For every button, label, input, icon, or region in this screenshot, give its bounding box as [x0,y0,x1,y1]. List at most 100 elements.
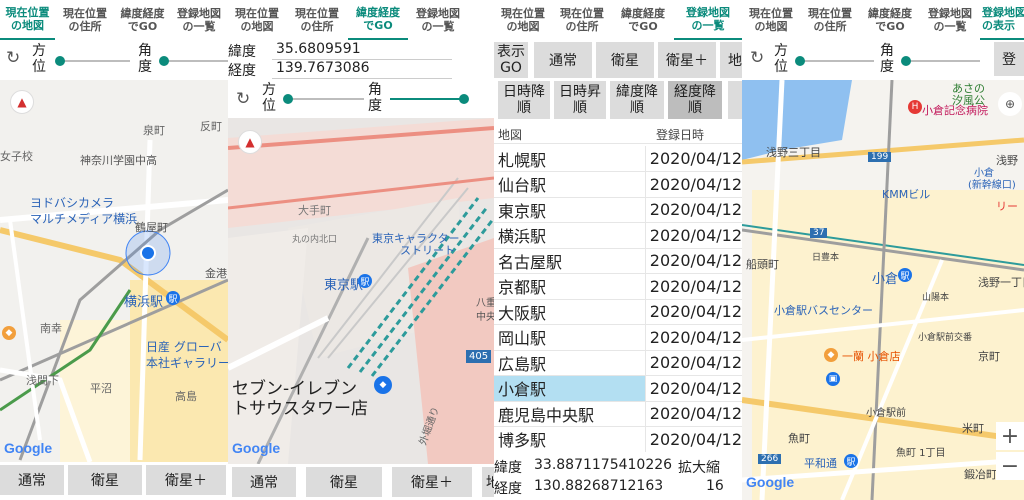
tab-current-map[interactable]: 現在位置 の地図 [494,0,552,40]
table-row[interactable]: 博多駅 2020/04/12 [494,426,742,452]
tab-bar: 現在位置 の地図 現在位置 の住所 緯度経度 でGO 登録地図 の一覧 [228,0,494,40]
tab-registered-list[interactable]: 登録地図 の一覧 [674,0,742,40]
tab-current-address[interactable]: 現在位置 の住所 [552,0,612,40]
row-map-name[interactable]: 仙台駅 [494,171,646,198]
table-row[interactable]: 名古屋駅 2020/04/12 [494,248,742,274]
tab-current-map[interactable]: 現在位置 の地図 [0,0,55,40]
map-view[interactable]: 泉町 反町 神奈川学園中高 ヨドバシカメラ マルチメディア横浜 鶴屋町 金港 横… [0,80,228,462]
row-map-name[interactable]: 横浜駅 [494,222,646,249]
map-view[interactable]: 大手町 丸の内北口 東京キャラクター ストリート 東京駅 セブン-イレブン トサ… [228,118,494,464]
tab-latlon-go[interactable]: 緯度経度 でGO [348,0,408,40]
restaurant-pin-icon: ◆ [824,348,838,362]
tab-latlon-go[interactable]: 緯度経度 でGO [860,0,920,40]
row-map-name[interactable]: 岡山駅 [494,324,646,351]
map-type-map-button[interactable]: 地図 [482,467,494,497]
tab-current-address[interactable]: 現在位置 の住所 [286,0,348,40]
register-button[interactable]: 登 [994,42,1024,76]
row-map-name[interactable]: 札幌駅 [494,146,646,172]
compass-icon[interactable]: ▲ [10,90,34,114]
table-row[interactable]: 仙台駅 2020/04/12 [494,171,742,198]
map-label: 日豊本 [812,253,840,263]
row-map-name[interactable]: 小倉駅 [494,375,646,402]
row-map-name[interactable]: 大阪駅 [494,299,646,325]
map-type-map-button[interactable]: 地 [720,42,742,78]
map-label: 日産 グローバ [146,340,222,354]
lat-value[interactable]: 35.6809591 [276,41,361,57]
map-type-satellite-plus-button[interactable]: 衛星＋ [658,42,716,78]
azimuth-slider[interactable] [795,56,874,66]
row-map-name[interactable]: 京都駅 [494,273,646,300]
road-number: 199 [868,152,892,162]
table-row[interactable]: 岡山駅 2020/04/12 [494,324,742,351]
google-logo: Google [4,440,53,456]
map-label: 泉町 [143,124,165,137]
lon-value[interactable]: 139.7673086 [276,60,370,76]
angle-slider[interactable] [901,56,980,66]
tab-bar: 現在位置 の地図 現在位置 の住所 緯度経度 でGO 登録地図 の一覧 [0,0,228,40]
tab-current-map[interactable]: 現在位置 の地図 [742,0,800,40]
zoom-out-button[interactable]: − [996,452,1024,480]
tab-current-address[interactable]: 現在位置 の住所 [800,0,860,40]
refresh-icon[interactable]: ↻ [236,89,250,109]
refresh-icon[interactable]: ↻ [750,48,764,68]
map-label: ヨドバシカメラ [30,196,115,210]
map-type-satellite-button[interactable]: 衛星 [68,465,142,495]
row-map-name[interactable]: 鹿児島中央駅 [494,401,646,427]
lon-value: 130.88268712163 [534,478,664,494]
hospital-pin-icon: H [908,100,922,114]
azimuth-label: 方位 [32,43,46,75]
map-controls: ↻ 方位 角度 [228,80,494,118]
azimuth-slider[interactable] [283,94,364,104]
zoom-in-button[interactable]: + [996,422,1024,450]
table-row[interactable]: 東京駅 2020/04/12 [494,197,742,223]
row-map-name[interactable]: 東京駅 [494,197,646,223]
tab-latlon-go[interactable]: 緯度経度 でGO [115,0,170,40]
show-go-button[interactable]: 表示 GO [494,42,528,78]
map-type-satellite-button[interactable]: 衛星 [596,42,654,78]
latlon-inputs: 緯度 35.6809591 経度 139.7673086 [228,40,494,82]
lat-label: 緯度 [494,460,522,476]
row-map-name[interactable]: 広島駅 [494,350,646,376]
angle-label: 角度 [880,43,894,75]
map-label: トサウスタワー店 [232,399,368,419]
azimuth-slider[interactable] [55,56,130,66]
map-type-satellite-plus-button[interactable]: 衛星＋ [146,465,226,495]
table-row[interactable]: 横浜駅 2020/04/12 [494,222,742,249]
tab-current-address[interactable]: 現在位置 の住所 [55,0,115,40]
map-view[interactable]: あさの 汐風公 小倉記念病院 浅野三丁目 浅野 199 KMMビル 小倉 (新幹… [742,80,1024,500]
my-location-icon[interactable]: ⊕ [998,92,1022,116]
angle-slider[interactable] [390,94,469,104]
map-label: 魚町 [788,432,810,445]
table-row[interactable]: 広島駅 2020/04/12 [494,350,742,376]
map-type-satellite-plus-button[interactable]: 衛星＋ [392,467,472,497]
table-row[interactable]: 小倉駅 2020/04/12 [494,375,742,402]
map-label: 鍛冶町 [964,468,997,481]
table-row[interactable]: 札幌駅 2020/04/12 [494,146,742,172]
map-type-normal-button[interactable]: 通常 [232,467,296,497]
tab-current-map[interactable]: 現在位置 の地図 [228,0,286,40]
map-type-normal-button[interactable]: 通常 [534,42,592,78]
row-map-name[interactable]: 博多駅 [494,426,646,452]
tab-registered-list[interactable]: 登録地図 の一覧 [920,0,980,40]
angle-slider[interactable] [159,56,228,66]
sort-date-desc-button[interactable]: 日時降順 [498,81,550,119]
map-type-normal-button[interactable]: 通常 [0,465,64,495]
map-type-satellite-button[interactable]: 衛星 [306,467,382,497]
row-map-name[interactable]: 名古屋駅 [494,248,646,274]
tab-registered-list[interactable]: 登録地図 の一覧 [170,0,228,40]
compass-icon[interactable]: ▲ [238,130,262,154]
sort-lon-desc-button[interactable]: 経度降順 [668,81,722,119]
sort-date-asc-button[interactable]: 日時昇順 [554,81,606,119]
tab-registered-map[interactable]: 登録地図 の表示 [980,0,1024,40]
restaurant-pin-icon: ◆ [2,326,16,340]
tab-registered-list[interactable]: 登録地図 の一覧 [408,0,468,40]
row-date: 2020/04/12 [644,375,742,402]
table-row[interactable]: 大阪駅 2020/04/12 [494,299,742,325]
sort-lat-desc-button[interactable]: 緯度降順 [610,81,664,119]
table-row[interactable]: 鹿児島中央駅 2020/04/12 [494,401,742,427]
sort-extra-button[interactable] [728,81,742,119]
map-label: 米町 [962,422,984,435]
refresh-icon[interactable]: ↻ [6,48,20,68]
table-row[interactable]: 京都駅 2020/04/12 [494,273,742,300]
tab-latlon-go[interactable]: 緯度経度 でGO [612,0,674,40]
